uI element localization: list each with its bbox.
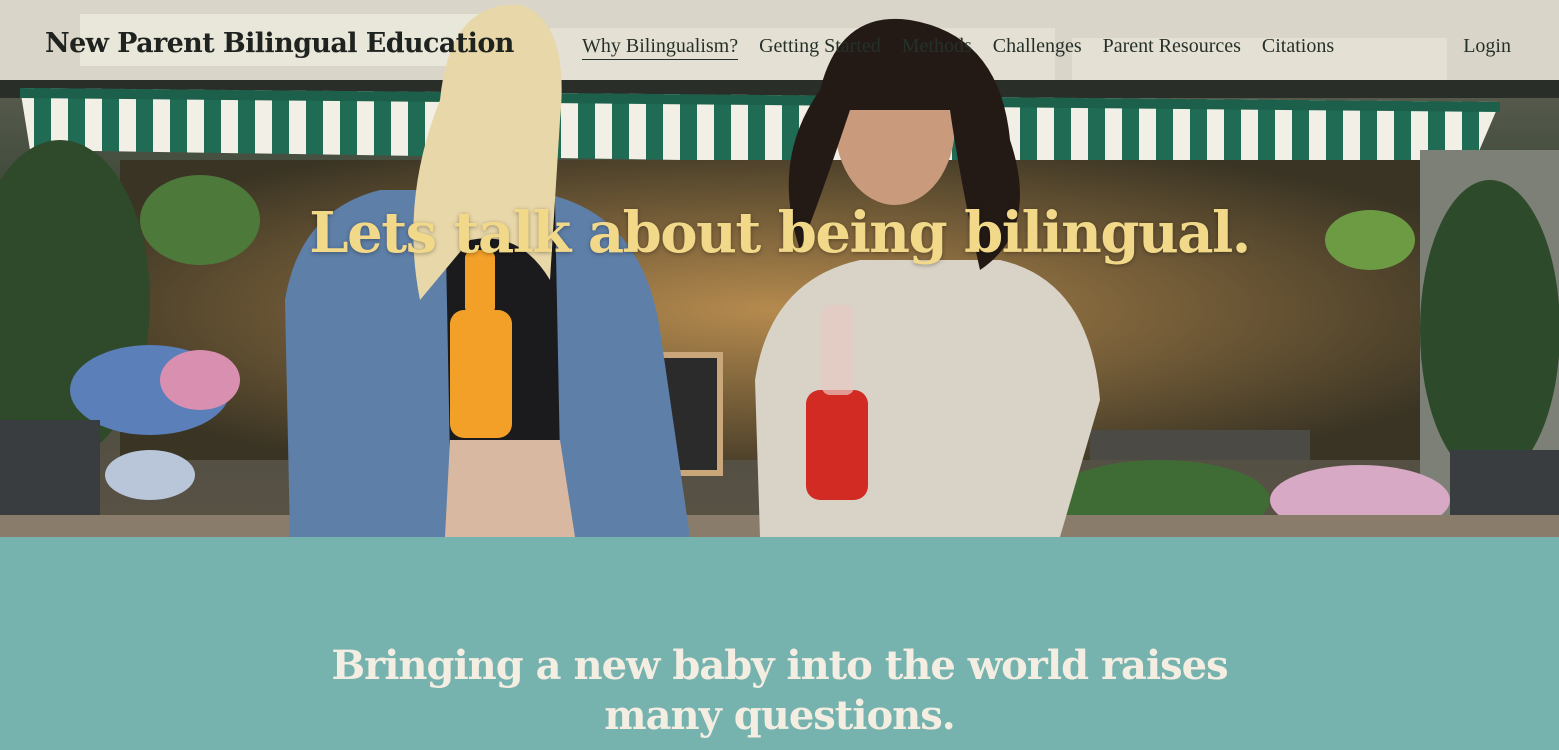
nav-link-parent-resources[interactable]: Parent Resources bbox=[1103, 35, 1241, 60]
hero-section: New Parent Bilingual Education Why Bilin… bbox=[0, 0, 1559, 537]
nav-link-methods[interactable]: Methods bbox=[902, 35, 972, 60]
hero-heading: Lets talk about being bilingual. bbox=[309, 200, 1251, 266]
nav-link-getting-started[interactable]: Getting Started bbox=[759, 35, 881, 60]
intro-heading: Bringing a new baby into the world raise… bbox=[331, 642, 1228, 739]
login-link[interactable]: Login bbox=[1463, 35, 1511, 58]
site-header: New Parent Bilingual Education Why Bilin… bbox=[0, 0, 1559, 95]
intro-section: Bringing a new baby into the world raise… bbox=[0, 537, 1559, 750]
main-nav: Why Bilingualism? Getting Started Method… bbox=[582, 35, 1355, 60]
site-title-link[interactable]: New Parent Bilingual Education bbox=[45, 28, 514, 59]
nav-link-citations[interactable]: Citations bbox=[1262, 35, 1334, 60]
nav-link-why-bilingualism[interactable]: Why Bilingualism? bbox=[582, 35, 739, 60]
nav-link-challenges[interactable]: Challenges bbox=[993, 35, 1082, 60]
